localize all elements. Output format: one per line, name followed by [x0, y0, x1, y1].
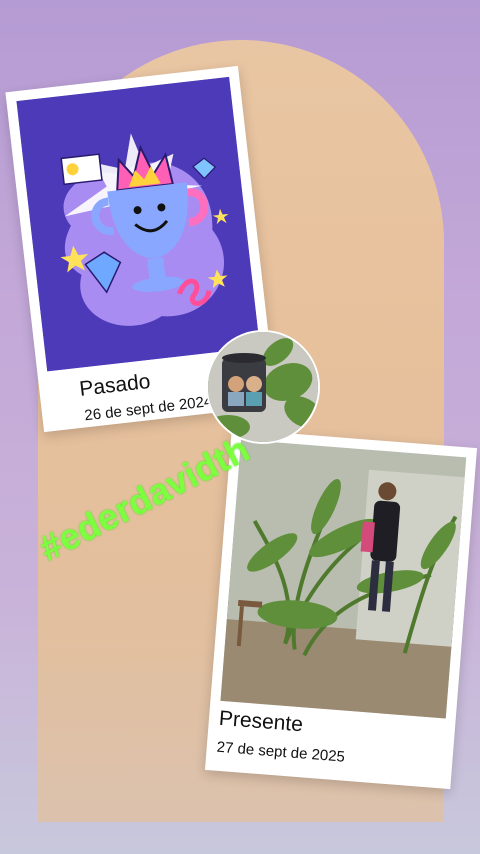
- past-photo: [16, 76, 260, 372]
- present-photo-card[interactable]: Presente 27 de sept de 2025: [204, 428, 478, 790]
- garden-photo-illustration: [220, 439, 467, 719]
- present-title: Presente: [218, 706, 304, 737]
- present-photo: [220, 439, 467, 719]
- trophy-illustration-icon: [16, 76, 260, 372]
- plant-mug-photo: [208, 332, 318, 442]
- circle-photo-sticker[interactable]: [206, 330, 320, 444]
- past-title: Pasado: [78, 369, 152, 401]
- present-date: 27 de sept de 2025: [216, 738, 346, 766]
